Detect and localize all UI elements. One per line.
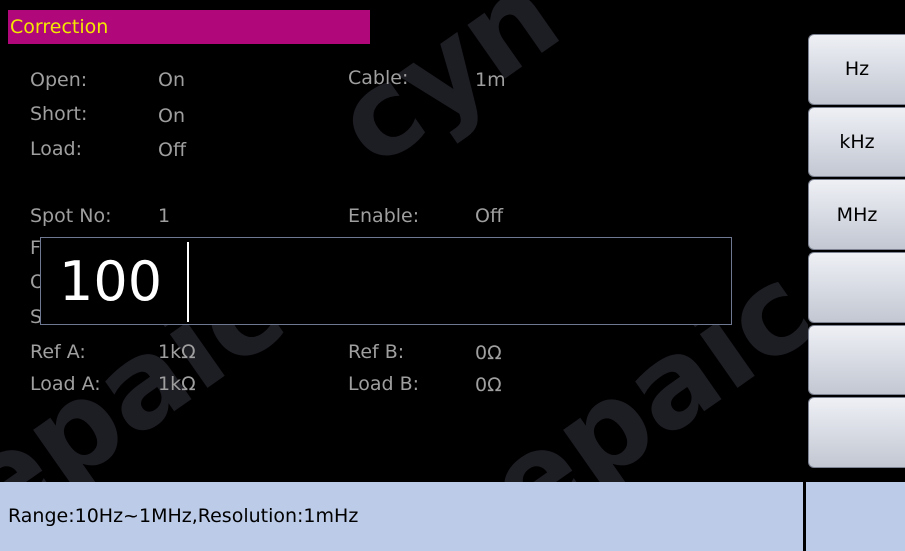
ref-b-label: Ref B: <box>348 341 405 363</box>
softkey-6[interactable] <box>808 397 905 469</box>
ref-a-value[interactable]: 1kΩ <box>158 340 196 364</box>
spot-no-value[interactable]: 1 <box>158 204 170 228</box>
short-label: Short: <box>30 103 88 125</box>
spot-no-label: Spot No: <box>30 205 112 227</box>
mhz-button[interactable]: MHz <box>808 179 905 251</box>
softkey-5[interactable] <box>808 324 905 396</box>
load-b-label: Load B: <box>348 373 420 395</box>
load-label: Load: <box>30 138 82 160</box>
page-title: Correction <box>8 10 370 44</box>
short-value[interactable]: On <box>158 104 185 128</box>
status-bar-right <box>806 482 905 551</box>
ref-a-label: Ref A: <box>30 341 86 363</box>
load-a-label: Load A: <box>30 373 101 395</box>
correction-screen: cyn epaic epaic Correction Open: On Cabl… <box>0 0 905 551</box>
open-label: Open: <box>30 69 88 91</box>
softkey-4[interactable] <box>808 252 905 323</box>
cable-label: Cable: <box>348 67 409 89</box>
enable-label: Enable: <box>348 205 420 227</box>
ref-b-value[interactable]: 0Ω <box>475 341 502 365</box>
text-cursor <box>187 242 189 322</box>
load-value[interactable]: Off <box>158 138 186 162</box>
cable-value[interactable]: 1m <box>475 68 506 92</box>
load-b-value[interactable]: 0Ω <box>475 373 502 397</box>
load-a-value[interactable]: 1kΩ <box>158 372 196 396</box>
enable-value[interactable]: Off <box>475 204 503 228</box>
softkey-panel: Hz kHz MHz <box>808 34 905 469</box>
khz-button[interactable]: kHz <box>808 106 905 178</box>
open-value[interactable]: On <box>158 68 185 92</box>
hz-button[interactable]: Hz <box>808 34 905 105</box>
entry-value: 100 <box>59 250 163 313</box>
status-bar: Range:10Hz~1MHz,Resolution:1mHz <box>0 482 803 551</box>
numeric-entry-box[interactable]: 100 <box>40 237 732 325</box>
